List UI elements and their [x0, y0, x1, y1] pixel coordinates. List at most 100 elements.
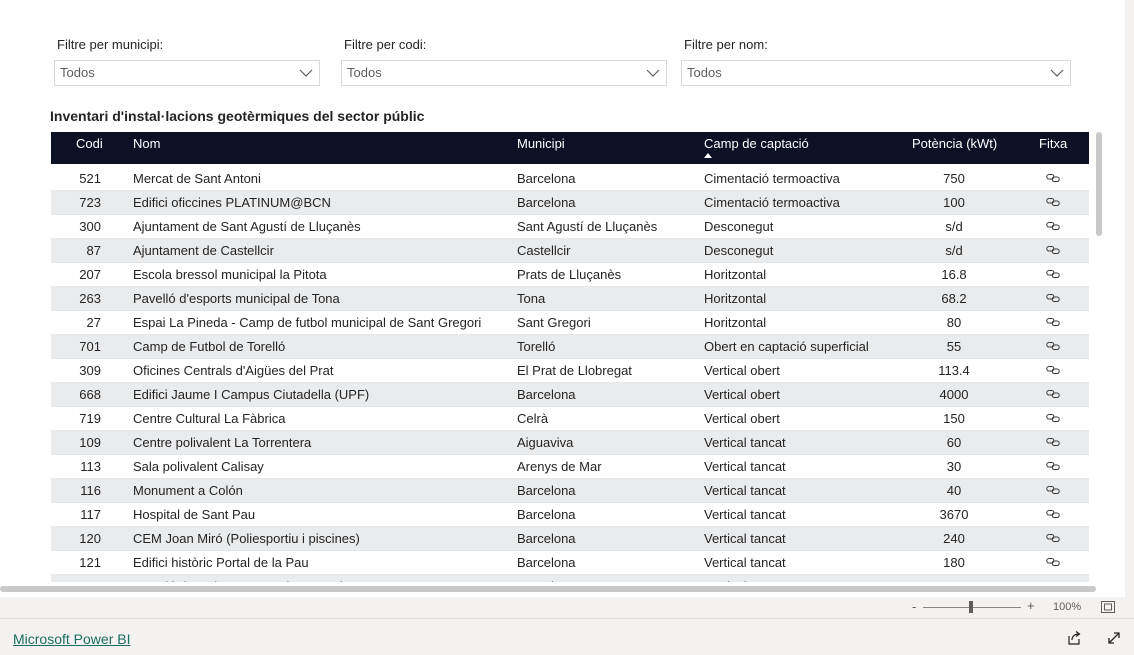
table-row[interactable]: 121 Edifici històric Portal de la Pau Barc…	[51, 551, 1089, 575]
table-row[interactable]: 117 Hospital de Sant Pau Barcelona Vertical…	[51, 503, 1089, 527]
horizontal-scrollbar[interactable]	[0, 586, 1096, 592]
cell-camp: Vertical tancat	[704, 531, 786, 546]
cell-potencia: 55	[946, 339, 962, 354]
filter-nom-label: Filtre per nom:	[684, 37, 768, 52]
cell-potencia: 113.4	[938, 363, 970, 378]
cell-municipi: Barcelona	[517, 507, 576, 522]
cell-municipi: Barcelona	[517, 531, 576, 546]
table-row[interactable]: 723 Edifici oficcines PLATINUM@BCN Barcelo…	[51, 191, 1089, 215]
cell-nom: Edifici Jaume I Campus Ciutadella (UPF)	[133, 387, 370, 402]
cell-municipi: Aiguaviva	[517, 435, 574, 450]
cell-municipi: Celrà	[517, 411, 549, 426]
cell-municipi: Barcelona	[517, 171, 576, 186]
installations-table: Codi Nom Municipi Camp de captació Potèn…	[51, 132, 1089, 582]
link-icon[interactable]	[1046, 293, 1060, 303]
cell-codi: 109	[79, 435, 101, 450]
table-row[interactable]: 116 Monument a Colón Barcelona Vertical tan…	[51, 479, 1089, 503]
cell-nom: Hospital de Sant Pau	[133, 507, 256, 522]
table-header: Codi Nom Municipi Camp de captació Potèn…	[51, 132, 1089, 164]
cell-nom: Mercat de Sant Antoni	[133, 171, 261, 186]
cell-camp: Obert en captació superficial	[704, 339, 869, 354]
table-row[interactable]: 521 Mercat de Sant Antoni Barcelona Cimenta…	[51, 164, 1089, 191]
link-icon[interactable]	[1046, 269, 1060, 279]
fit-to-page-icon[interactable]	[1101, 601, 1115, 613]
cell-nom: Espai La Pineda - Camp de futbol municip…	[133, 315, 482, 330]
table-row[interactable]: 719 Centre Cultural La Fàbrica Celrà Vertic…	[51, 407, 1089, 431]
cell-camp: Vertical tancat	[704, 483, 786, 498]
cell-codi: 116	[80, 483, 101, 498]
cell-municipi: Barcelona	[517, 387, 576, 402]
cell-municipi: Sant Agustí de Lluçanès	[517, 219, 658, 234]
filter-codi-dropdown[interactable]: Todos	[341, 60, 667, 86]
share-icon[interactable]	[1066, 630, 1082, 646]
cell-nom: Edifici històric Portal de la Pau	[133, 555, 309, 570]
link-icon[interactable]	[1046, 341, 1060, 351]
cell-municipi: Barcelona	[517, 195, 576, 210]
cell-camp: Horitzontal	[704, 315, 767, 330]
table-row[interactable]: 309 Oficines Centrals d'Aigües del Prat El…	[51, 359, 1089, 383]
zoom-in-button[interactable]: +	[1027, 598, 1035, 613]
cell-municipi: Torelló	[517, 339, 556, 354]
cell-camp: Desconegut	[704, 243, 774, 258]
link-icon[interactable]	[1046, 509, 1060, 519]
cell-municipi: Prats de Lluçanès	[517, 267, 622, 282]
filter-codi-label: Filtre per codi:	[344, 37, 427, 52]
power-bi-link[interactable]: Microsoft Power BI	[13, 631, 130, 647]
link-icon[interactable]	[1046, 581, 1060, 582]
table-row[interactable]: 120 CEM Joan Miró (Poliesportiu i piscine…	[51, 527, 1089, 551]
page-scrollbar[interactable]	[1125, 0, 1134, 597]
table-row[interactable]: 207 Escola bressol municipal la Pitota Pra…	[51, 263, 1089, 287]
link-icon[interactable]	[1046, 413, 1060, 423]
link-icon[interactable]	[1046, 389, 1060, 399]
column-header-potencia[interactable]: Potència (kWt)	[912, 132, 997, 164]
filter-codi: Filtre per codi: Todos	[341, 36, 667, 86]
table-row[interactable]: 701 Camp de Futbol de Torelló Torelló Obert…	[51, 335, 1089, 359]
cell-potencia: 150	[943, 411, 965, 426]
cell-municipi: Sant Gregori	[517, 315, 591, 330]
column-header-codi[interactable]: Codi	[76, 132, 103, 164]
link-icon[interactable]	[1046, 221, 1060, 231]
cell-codi: 309	[79, 363, 101, 378]
table-row[interactable]: 263 Pavelló d'esports municipal de Tona To…	[51, 287, 1089, 311]
link-icon[interactable]	[1046, 317, 1060, 327]
column-header-nom[interactable]: Nom	[133, 132, 160, 164]
table-row[interactable]: 87 Ajuntament de Castellcir Castellcir Desc…	[51, 239, 1089, 263]
link-icon[interactable]	[1046, 437, 1060, 447]
link-icon[interactable]	[1046, 485, 1060, 495]
link-icon[interactable]	[1046, 557, 1060, 567]
cell-camp: Vertical tancat	[704, 435, 786, 450]
link-icon[interactable]	[1046, 197, 1060, 207]
expand-icon[interactable]	[1106, 630, 1122, 646]
column-header-municipi[interactable]: Municipi	[517, 132, 565, 164]
cell-codi: 719	[79, 411, 101, 426]
cell-potencia: 60	[946, 435, 962, 450]
cell-potencia: s/d	[945, 243, 963, 258]
cell-camp: Desconegut	[704, 219, 774, 234]
cell-nom: Ajuntament de Castellcir	[133, 243, 274, 258]
cell-nom: Sala polivalent Calisay	[133, 459, 264, 474]
vertical-scroll-thumb[interactable]	[1096, 132, 1102, 236]
table-row[interactable]: 27 Espai La Pineda - Camp de futbol munic…	[51, 311, 1089, 335]
zoom-out-button[interactable]: -	[912, 599, 916, 614]
table-row[interactable]: 668 Edifici Jaume I Campus Ciutadella (UP…	[51, 383, 1089, 407]
table-row[interactable]: 300 Ajuntament de Sant Agustí de Lluçanès…	[51, 215, 1089, 239]
table-row[interactable]: 113 Sala polivalent Calisay Arenys de Mar V…	[51, 455, 1089, 479]
cell-nom: Centre polivalent La Torrentera	[133, 435, 312, 450]
link-icon[interactable]	[1046, 461, 1060, 471]
link-icon[interactable]	[1046, 533, 1060, 543]
zoom-slider-thumb[interactable]	[969, 601, 973, 613]
table-row[interactable]: 109 Centre polivalent La Torrentera Aiguav…	[51, 431, 1089, 455]
cell-nom: Estació d'autobusos Barcelona Nord	[133, 575, 343, 582]
cell-potencia: 80	[946, 315, 962, 330]
link-icon[interactable]	[1046, 173, 1060, 183]
link-icon[interactable]	[1046, 365, 1060, 375]
cell-camp: Vertical obert	[704, 411, 780, 426]
filter-nom-dropdown[interactable]: Todos	[681, 60, 1071, 86]
table-row[interactable]: 122 Estació d'autobusos Barcelona Nord Bar…	[51, 575, 1089, 582]
link-icon[interactable]	[1046, 245, 1060, 255]
column-header-camp[interactable]: Camp de captació	[704, 132, 809, 164]
vertical-scrollbar[interactable]	[1096, 132, 1104, 582]
filter-municipi-dropdown[interactable]: Todos	[54, 60, 320, 86]
column-header-fitxa[interactable]: Fitxa	[1039, 132, 1067, 164]
cell-potencia: 240	[912, 575, 996, 582]
